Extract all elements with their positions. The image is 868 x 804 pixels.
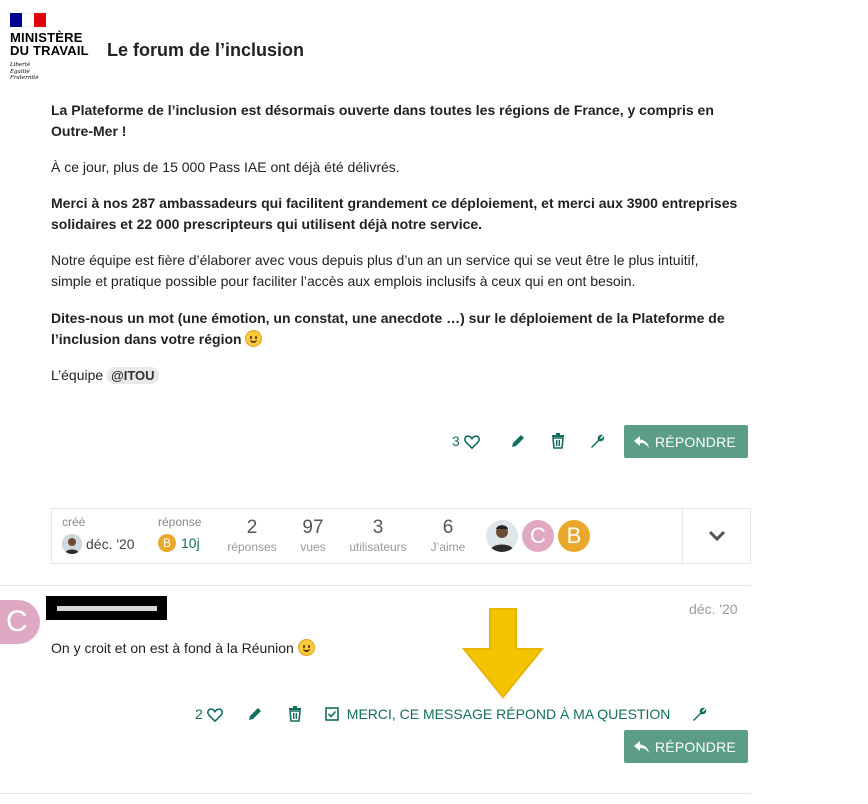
post-1-actions: 3 [452,431,608,451]
post-2-text: On y croit et on est à fond à la Réunion [51,640,294,656]
site-header: MINISTÈRE DU TRAVAIL Liberté Égalité Fra… [0,0,868,96]
created-label: créé [62,515,86,529]
stat-number: 3 [372,517,384,538]
post-divider [0,585,751,586]
post-2-author-avatar[interactable]: C [0,600,40,644]
chevron-down-icon [708,530,725,542]
accept-solution-button[interactable]: MERCI, CE MESSAGE RÉPOND À MA QUESTION [324,706,671,722]
delete-trash-icon[interactable] [548,431,568,451]
yellow-arrow-annotation [462,608,544,699]
reply-label: réponse [158,515,202,529]
stat-label: vues [300,540,326,554]
post-paragraph: À ce jour, plus de 15 000 Pass IAE ont d… [51,159,400,175]
post-2-date[interactable]: déc. '20 [689,601,738,617]
like-count: 3 [452,433,460,449]
stat-number: 6 [442,517,454,538]
heart-icon [463,434,480,449]
stat-label: J’aime [430,540,466,554]
expand-summary-button[interactable] [682,509,750,563]
forum-title[interactable]: Le forum de l’inclusion [107,40,304,61]
like-count: 2 [195,706,203,722]
heart-icon [206,707,223,722]
post-paragraph: Dites-nous un mot (une émotion, un const… [51,308,741,350]
admin-wrench-icon[interactable] [690,704,710,724]
like-button[interactable]: 3 [452,433,480,449]
post-paragraph: Merci à nos 287 ambassadeurs qui facilit… [51,195,738,232]
stat-likes: 6 J’aime [424,516,472,554]
post-2-body: On y croit et on est à fond à la Réunion [51,638,315,659]
delete-trash-icon[interactable] [285,704,305,724]
reply-date: 10j [181,535,200,551]
participant-avatar-c[interactable]: C [522,520,554,552]
stat-number: 97 [302,517,324,538]
checkbox-icon [324,707,339,721]
devise: Liberté Égalité Fraternité [10,62,39,82]
admin-wrench-icon[interactable] [588,431,608,451]
post-paragraph-text: Dites-nous un mot (une émotion, un const… [51,310,725,347]
smile-emoji-icon [245,330,263,347]
stat-replies: 2 réponses [224,516,280,554]
reply-button-label: RÉPONDRE [655,433,736,450]
post-paragraph: La Plateforme de l’inclusion est désorma… [51,102,714,139]
stat-views: 97 vues [292,516,334,554]
accept-solution-label: MERCI, CE MESSAGE RÉPOND À MA QUESTION [346,706,671,722]
devise-fraternite: Fraternité [10,75,39,81]
signature-text: L’équipe [51,367,104,383]
smile-emoji-icon [297,639,315,656]
creator-avatar [62,534,82,554]
reply-avatar: B [158,534,176,552]
participant-avatar-photo[interactable] [486,520,518,552]
logo-line2: DU TRAVAIL [10,43,89,58]
created-date: déc. '20 [86,536,135,552]
edit-pencil-icon[interactable] [245,704,265,724]
ministry-logo[interactable]: MINISTÈRE DU TRAVAIL [10,31,89,57]
post-divider [0,793,751,794]
reply-arrow-icon [634,435,649,448]
post-2-actions: 2 MERCI, CE MESSAGE RÉPOND À MA QUESTION [195,704,710,724]
post-signature: L’équipe @ITOU [51,365,741,386]
stat-label: utilisateurs [349,540,407,554]
stat-users: 3 utilisateurs [344,516,412,554]
reply-button[interactable]: RÉPONDRE [624,425,748,458]
created-info[interactable]: créé déc. '20 [62,515,135,554]
marianne-flag-logo [10,13,46,27]
participant-avatar-b[interactable]: B [558,520,590,552]
like-button[interactable]: 2 [195,706,223,722]
mention-itou[interactable]: @ITOU [107,367,159,384]
redacted-username [46,596,167,620]
edit-pencil-icon[interactable] [508,431,528,451]
reply-button[interactable]: RÉPONDRE [624,730,748,763]
reply-arrow-icon [634,740,649,753]
stat-label: réponses [227,540,277,554]
post-paragraph: Notre équipe est fière d’élaborer avec v… [51,252,699,289]
reply-button-label: RÉPONDRE [655,738,736,755]
topic-map: créé déc. '20 réponse B 10j 2 réponses 9… [51,508,751,564]
stat-number: 2 [246,517,258,538]
last-reply-info[interactable]: réponse B 10j [158,515,201,552]
